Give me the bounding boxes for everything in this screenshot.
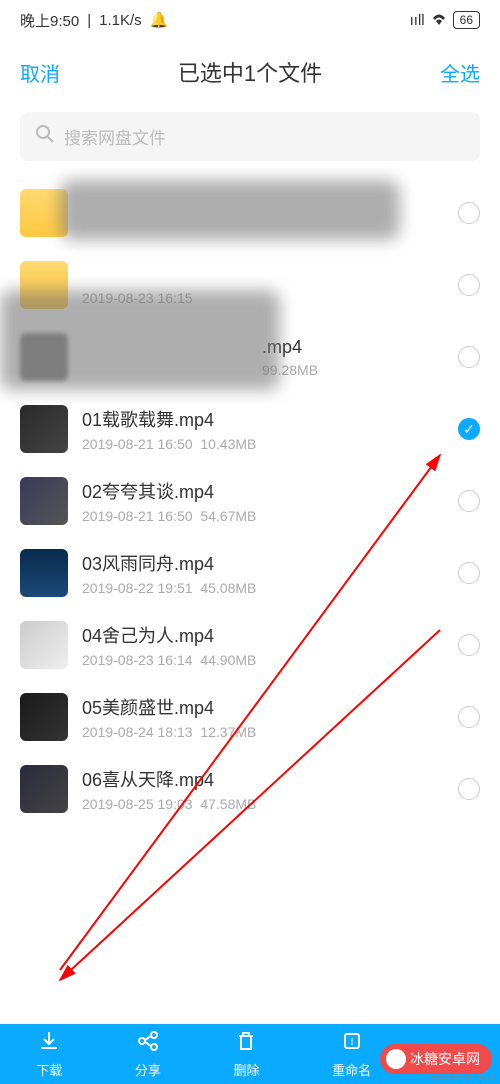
list-item[interactable]: 05美颜盛世.mp4 2019-08-24 18:13 12.37MB xyxy=(20,681,480,753)
file-meta: 2019-08-21 16:50 54.67MB xyxy=(82,508,444,524)
search-icon xyxy=(36,125,54,148)
status-bar: 晚上9:50 | 1.1K/s 🔔 ııll 66 xyxy=(0,0,500,40)
file-list: 2019-08-23 16:15 .mp4 99.28MB 01载歌载舞.mp4… xyxy=(0,177,500,825)
share-button[interactable]: 分享 xyxy=(135,1030,161,1079)
rename-icon: I xyxy=(341,1030,363,1058)
file-meta: 2019-08-25 19:03 47.58MB xyxy=(82,796,444,812)
redaction-blur xyxy=(60,180,400,240)
list-item[interactable]: 03风雨同舟.mp4 2019-08-22 19:51 45.08MB xyxy=(20,537,480,609)
cancel-button[interactable]: 取消 xyxy=(20,58,60,87)
search-input[interactable]: 搜索网盘文件 xyxy=(20,112,480,161)
video-thumb xyxy=(20,549,68,597)
trash-icon xyxy=(235,1030,257,1058)
delete-button[interactable]: 删除 xyxy=(233,1030,259,1079)
file-name: 04舍己为人.mp4 xyxy=(82,622,444,648)
battery-icon: 66 xyxy=(453,11,480,29)
checkbox[interactable] xyxy=(458,202,480,224)
status-time: 晚上9:50 xyxy=(20,10,79,31)
file-name: 06喜从天降.mp4 xyxy=(82,766,444,792)
select-all-button[interactable]: 全选 xyxy=(440,58,480,87)
video-thumb xyxy=(20,621,68,669)
file-meta: 2019-08-22 19:51 45.08MB xyxy=(82,580,444,596)
svg-text:I: I xyxy=(350,1037,353,1048)
watermark: 冰糖安卓网 www.btxdz.com xyxy=(380,1044,492,1074)
header: 取消 已选中1个文件 全选 xyxy=(0,40,500,104)
search-placeholder: 搜索网盘文件 xyxy=(64,124,166,149)
file-name: 05美颜盛世.mp4 xyxy=(82,694,444,720)
wifi-icon xyxy=(431,12,447,29)
file-name: 02夸夸其谈.mp4 xyxy=(82,478,444,504)
list-item[interactable]: 06喜从天降.mp4 2019-08-25 19:03 47.58MB xyxy=(20,753,480,825)
file-meta: 2019-08-21 16:50 10.43MB xyxy=(82,436,444,452)
file-meta: 2019-08-23 16:14 44.90MB xyxy=(82,652,444,668)
checkbox[interactable] xyxy=(458,634,480,656)
checkbox[interactable] xyxy=(458,562,480,584)
download-button[interactable]: 下载 xyxy=(36,1030,62,1079)
download-icon xyxy=(38,1030,60,1058)
file-meta: 2019-08-24 18:13 12.37MB xyxy=(82,724,444,740)
file-name xyxy=(82,265,444,286)
checkbox[interactable] xyxy=(458,706,480,728)
checkbox[interactable] xyxy=(458,778,480,800)
video-thumb xyxy=(20,693,68,741)
watermark-logo-icon xyxy=(386,1049,406,1069)
checkbox[interactable]: ✓ xyxy=(458,418,480,440)
status-speed: 1.1K/s xyxy=(99,12,142,29)
checkbox[interactable] xyxy=(458,346,480,368)
list-item[interactable]: 02夸夸其谈.mp4 2019-08-21 16:50 54.67MB xyxy=(20,465,480,537)
video-thumb xyxy=(20,405,68,453)
video-thumb xyxy=(20,765,68,813)
page-title: 已选中1个文件 xyxy=(178,56,322,88)
list-item[interactable]: 01载歌载舞.mp4 2019-08-21 16:50 10.43MB ✓ xyxy=(20,393,480,465)
bell-icon: 🔔 xyxy=(150,11,169,29)
checkbox[interactable] xyxy=(458,274,480,296)
signal-icon: ııll xyxy=(410,12,425,29)
checkbox[interactable] xyxy=(458,490,480,512)
list-item[interactable]: 04舍己为人.mp4 2019-08-23 16:14 44.90MB xyxy=(20,609,480,681)
rename-button[interactable]: I 重命名 xyxy=(332,1030,371,1079)
video-thumb xyxy=(20,477,68,525)
file-name: 03风雨同舟.mp4 xyxy=(82,550,444,576)
redaction-blur xyxy=(0,290,280,390)
share-icon xyxy=(137,1030,159,1058)
file-name: 01载歌载舞.mp4 xyxy=(82,406,444,432)
